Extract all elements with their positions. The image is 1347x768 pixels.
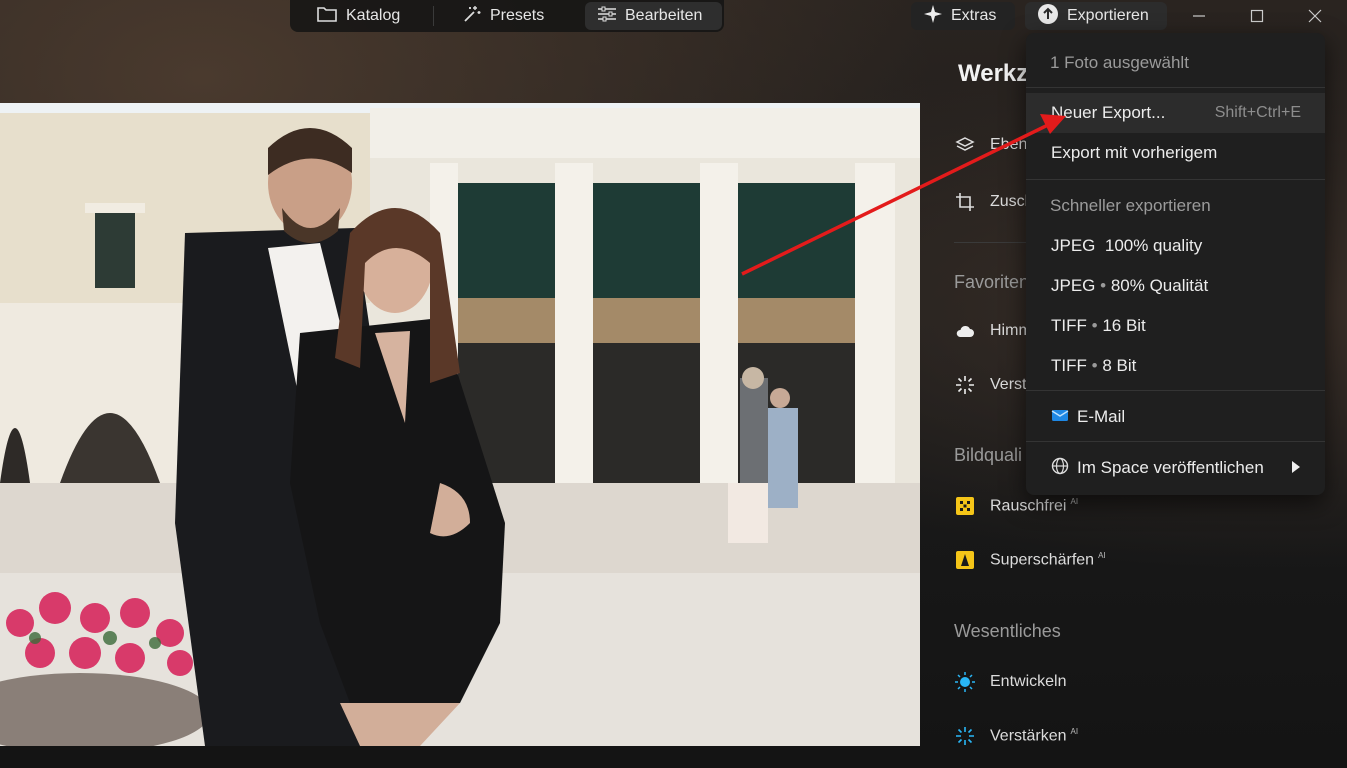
annotation-arrow bbox=[741, 114, 1066, 276]
